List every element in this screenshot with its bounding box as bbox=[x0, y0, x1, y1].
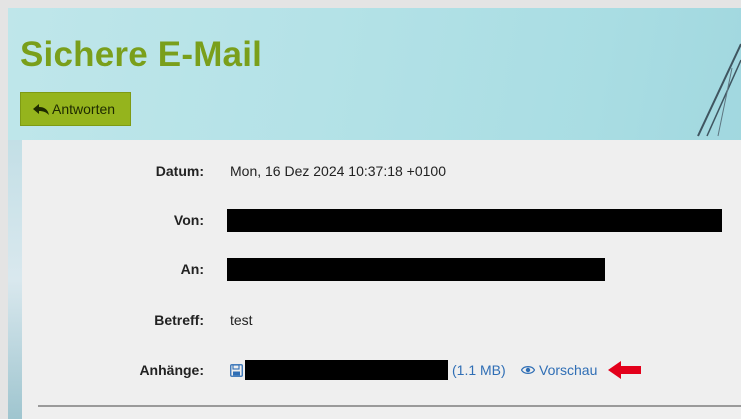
date-value: Mon, 16 Dez 2024 10:37:18 +0100 bbox=[230, 163, 447, 179]
floppy-disk-icon bbox=[230, 363, 243, 377]
date-label: Datum: bbox=[155, 163, 204, 179]
attachments-row: Anhänge: (1.1 MB) Vorschau bbox=[22, 355, 741, 385]
subject-value: test bbox=[230, 312, 253, 328]
preview-label: Vorschau bbox=[539, 362, 598, 378]
eye-icon bbox=[521, 365, 535, 375]
preview-link[interactable]: Vorschau bbox=[521, 362, 597, 378]
subject-label: Betreff: bbox=[154, 312, 204, 328]
attachments-label: Anhänge: bbox=[139, 362, 204, 378]
red-arrow-icon bbox=[608, 360, 642, 385]
message-details-panel: Datum: Mon, 16 Dez 2024 10:37:18 +0100 V… bbox=[22, 140, 741, 419]
reply-button[interactable]: Antworten bbox=[20, 92, 131, 126]
date-row: Datum: Mon, 16 Dez 2024 10:37:18 +0100 bbox=[22, 156, 741, 186]
to-row: An: bbox=[22, 254, 741, 284]
to-label: An: bbox=[180, 261, 204, 277]
divider bbox=[38, 405, 741, 407]
reply-arrow-icon bbox=[33, 103, 49, 115]
from-label: Von: bbox=[173, 212, 204, 228]
page-title: Sichere E-Mail bbox=[20, 35, 263, 74]
from-row: Von: bbox=[22, 205, 741, 235]
reply-button-label: Antworten bbox=[52, 101, 116, 117]
from-redacted bbox=[227, 209, 722, 232]
attachment-size: (1.1 MB) bbox=[452, 362, 506, 378]
attachment-name-redacted bbox=[245, 360, 448, 380]
to-redacted bbox=[227, 258, 605, 281]
subject-row: Betreff: test bbox=[22, 305, 741, 335]
left-background-strip bbox=[8, 140, 22, 419]
attachment-link[interactable]: (1.1 MB) bbox=[230, 360, 506, 380]
